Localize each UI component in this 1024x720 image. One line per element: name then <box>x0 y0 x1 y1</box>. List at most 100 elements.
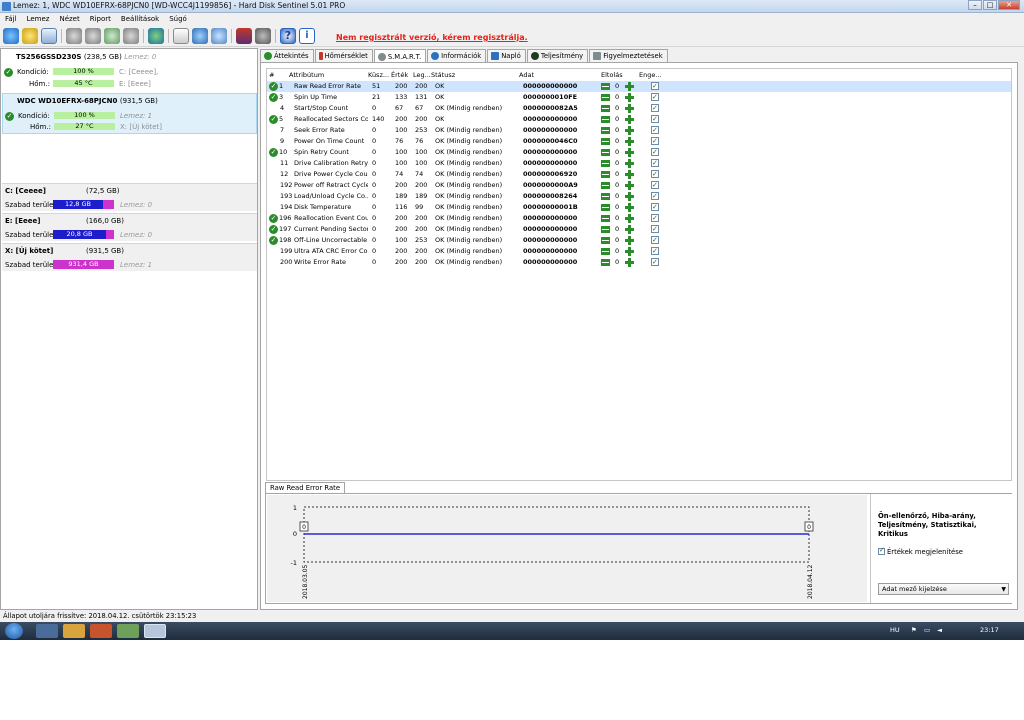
menu-report[interactable]: Riport <box>85 13 116 25</box>
decrease-offset-button[interactable] <box>601 83 610 90</box>
registration-link[interactable]: Nem regisztrált verzió, kérem regisztrál… <box>336 33 528 42</box>
enable-checkbox[interactable] <box>651 225 659 233</box>
table-row[interactable]: 199 Ultra ATA CRC Error Co... 0 200 200 OK (M… <box>267 246 1011 257</box>
table-row[interactable]: 192Power off Retract Cycle ... 0 200 200 OK … <box>267 180 1011 191</box>
decrease-offset-button[interactable] <box>601 149 610 156</box>
table-row[interactable]: 200 Write Error Rate 0 200 200 OK (Mindig ren… <box>267 257 1011 268</box>
increase-offset-button[interactable] <box>625 159 634 168</box>
start-button[interactable] <box>5 623 23 639</box>
tab-smart[interactable]: S.M.A.R.T. <box>373 49 427 63</box>
enable-checkbox[interactable] <box>651 148 659 156</box>
col-enabled[interactable]: Enge... <box>639 70 662 80</box>
col-threshold[interactable]: Küsz... <box>368 70 389 80</box>
menu-file[interactable]: Fájl <box>0 13 22 25</box>
partition-entry[interactable]: E: [Eeee] (166,0 GB) Szabad terület 20,8… <box>2 213 257 242</box>
enable-checkbox[interactable] <box>651 214 659 222</box>
increase-offset-button[interactable] <box>625 258 634 267</box>
tab-overview[interactable]: Áttekintés <box>260 49 314 62</box>
col-data[interactable]: Adat <box>519 70 534 80</box>
tab-temperature[interactable]: Hőmérséklet <box>314 49 373 62</box>
col-attribute[interactable]: Attribútum <box>289 70 324 80</box>
decrease-offset-button[interactable] <box>601 193 610 200</box>
tab-performance[interactable]: Teljesítmény <box>526 49 589 62</box>
tab-information[interactable]: Információk <box>427 49 487 62</box>
language-indicator[interactable]: HU <box>890 626 900 634</box>
enable-checkbox[interactable] <box>651 159 659 167</box>
increase-offset-button[interactable] <box>625 236 634 245</box>
col-value[interactable]: Érték <box>391 70 408 80</box>
menu-disk[interactable]: Lemez <box>22 13 55 25</box>
data-field-select[interactable]: Adat mező kijelzése ▼ <box>878 583 1009 595</box>
volume-icon[interactable]: ◄ <box>937 626 942 634</box>
table-row[interactable]: ✓ 197 Current Pending Sector... 0 200 200 OK (… <box>267 224 1011 235</box>
decrease-offset-button[interactable] <box>601 259 610 266</box>
enable-checkbox[interactable] <box>651 181 659 189</box>
increase-offset-button[interactable] <box>625 181 634 190</box>
decrease-offset-button[interactable] <box>601 116 610 123</box>
menu-help[interactable]: Súgó <box>164 13 192 25</box>
taskbar-app[interactable] <box>63 624 85 638</box>
monitor-icon[interactable] <box>236 28 252 44</box>
partition-entry[interactable]: C: [Ceeee] (72,5 GB) Szabad terület 12,8… <box>2 183 257 212</box>
increase-offset-button[interactable] <box>625 192 634 201</box>
decrease-offset-button[interactable] <box>601 171 610 178</box>
col-offset[interactable]: Eltolás <box>601 70 623 80</box>
enable-checkbox[interactable] <box>651 137 659 145</box>
globe-icon[interactable] <box>148 28 164 44</box>
decrease-offset-button[interactable] <box>601 138 610 145</box>
table-row[interactable]: ✓ 10 Spin Retry Count 0 100 100 OK (Mindig ren… <box>267 147 1011 158</box>
close-button[interactable]: ✕ <box>998 0 1020 10</box>
menu-settings[interactable]: Beállítások <box>116 13 164 25</box>
enable-checkbox[interactable] <box>651 192 659 200</box>
enable-checkbox[interactable] <box>651 115 659 123</box>
table-row[interactable]: 12 Drive Power Cycle Count 0 74 74 OK (Mindig… <box>267 169 1011 180</box>
table-row[interactable]: 4 Start/Stop Count 0 67 67 OK (Mindig rendben… <box>267 103 1011 114</box>
table-row[interactable]: ✓ 5 Reallocated Sectors Co... 140 200 200 OK 00… <box>267 114 1011 125</box>
increase-offset-button[interactable] <box>625 93 634 102</box>
enable-checkbox[interactable] <box>651 93 659 101</box>
disk-entry-selected[interactable]: WDC WD10EFRX-68PJCN0 (931,5 GB) ✓ Kondíc… <box>2 93 257 134</box>
table-row[interactable]: ✓ 198 Off-Line Uncorrectable ... 0 100 253 OK … <box>267 235 1011 246</box>
enable-checkbox[interactable] <box>651 126 659 134</box>
report-icon[interactable] <box>41 28 57 44</box>
network-icon[interactable]: ▭ <box>924 626 930 634</box>
table-row[interactable]: 11 Drive Calibration Retry ... 0 100 100 OK (… <box>267 158 1011 169</box>
enable-checkbox[interactable] <box>651 203 659 211</box>
increase-offset-button[interactable] <box>625 170 634 179</box>
increase-offset-button[interactable] <box>625 82 634 91</box>
settings-icon[interactable] <box>255 28 271 44</box>
refresh-icon[interactable] <box>3 28 19 44</box>
cloud-icon[interactable] <box>211 28 227 44</box>
taskbar-app-active[interactable] <box>144 624 166 638</box>
tool3-icon[interactable] <box>104 28 120 44</box>
table-row[interactable]: 193 Load/Unload Cycle Co... 0 189 189 OK (Min… <box>267 191 1011 202</box>
enable-checkbox[interactable] <box>651 170 659 178</box>
tab-log[interactable]: Napló <box>487 49 526 62</box>
col-status[interactable]: Státusz <box>431 70 455 80</box>
decrease-offset-button[interactable] <box>601 105 610 112</box>
info-icon[interactable]: i <box>299 28 315 44</box>
decrease-offset-button[interactable] <box>601 182 610 189</box>
flag-icon[interactable]: ⚑ <box>911 626 917 634</box>
decrease-offset-button[interactable] <box>601 215 610 222</box>
maximize-button[interactable]: □ <box>983 0 997 10</box>
decrease-offset-button[interactable] <box>601 204 610 211</box>
tool4-icon[interactable] <box>123 28 139 44</box>
increase-offset-button[interactable] <box>625 214 634 223</box>
table-row[interactable]: ✓ 3 Spin Up Time 21 133 131 OK 0000000010FE 0 <box>267 92 1011 103</box>
warning-icon[interactable] <box>22 28 38 44</box>
help-icon[interactable]: ? <box>280 28 296 44</box>
enable-checkbox[interactable] <box>651 82 659 90</box>
increase-offset-button[interactable] <box>625 137 634 146</box>
table-row[interactable]: ✓ 196 Reallocation Event Count 0 200 200 OK (M… <box>267 213 1011 224</box>
decrease-offset-button[interactable] <box>601 94 610 101</box>
enable-checkbox[interactable] <box>651 247 659 255</box>
decrease-offset-button[interactable] <box>601 160 610 167</box>
table-row[interactable]: 194 Disk Temperature 0 116 99 OK (Mindig rend… <box>267 202 1011 213</box>
partition-entry[interactable]: X: [Új kötet] (931,5 GB) Szabad terület … <box>2 243 257 272</box>
increase-offset-button[interactable] <box>625 104 634 113</box>
decrease-offset-button[interactable] <box>601 127 610 134</box>
minimize-button[interactable]: – <box>968 0 982 10</box>
table-row[interactable]: 7 Seek Error Rate 0 100 253 OK (Mindig rendbe… <box>267 125 1011 136</box>
tool1-icon[interactable] <box>66 28 82 44</box>
